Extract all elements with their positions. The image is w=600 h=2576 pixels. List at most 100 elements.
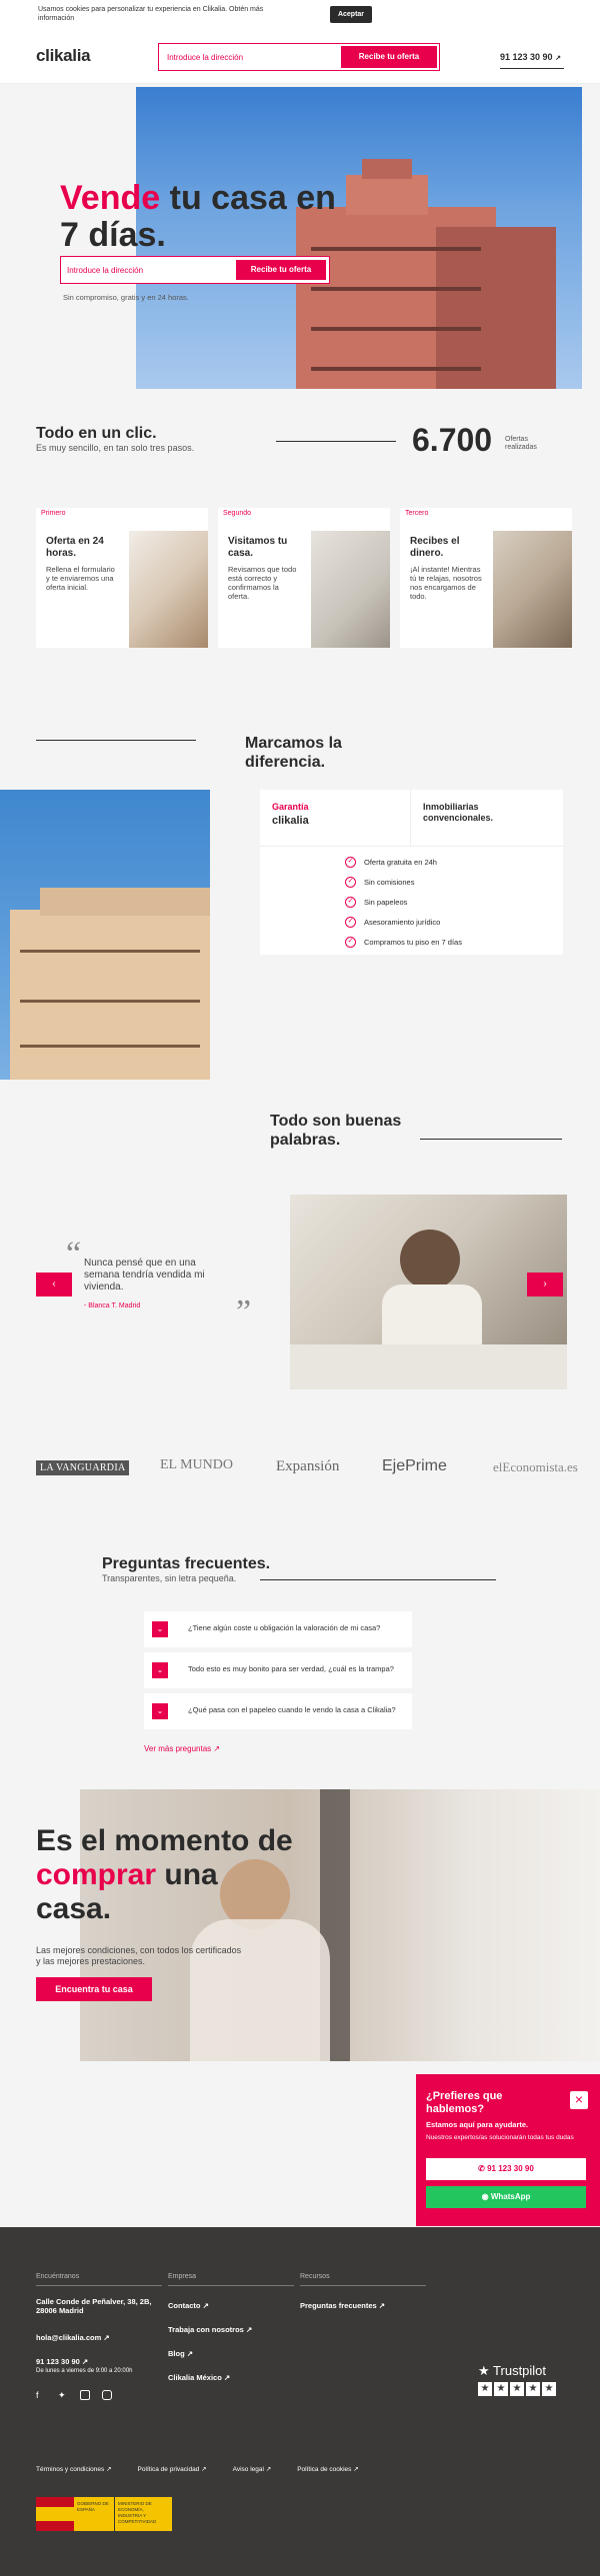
guarantee-title: Garantía [272, 802, 309, 812]
step-photo [129, 531, 208, 648]
check-icon: ✓ [345, 936, 356, 948]
press-logo: Expansión [276, 1458, 340, 1474]
social-links: f ✦ [36, 2390, 112, 2400]
whatsapp-icon: ◉ [481, 2192, 489, 2201]
carousel-prev-button[interactable]: ‹ [36, 1273, 72, 1296]
star-icon: ★ [478, 2382, 492, 2396]
guarantee-logo: clikalia [272, 815, 309, 827]
faq-more-link[interactable]: Ver más preguntas ↗ [144, 1744, 220, 1753]
cookie-accept-button[interactable]: Aceptar [330, 6, 372, 23]
footer-legal-link[interactable]: Términos y condiciones ↗ [36, 2465, 112, 2473]
footer-legal-link[interactable]: Política de cookies ↗ [297, 2465, 358, 2473]
site-header: clikalia Introduce la dirección Recibe t… [0, 32, 600, 84]
hero-search: Introduce la dirección Recibe tu oferta [60, 256, 330, 284]
footer-legal-link[interactable]: Política de privacidad ↗ [138, 2465, 207, 2473]
footer-link[interactable]: Clikalia México ↗ [168, 2373, 230, 2382]
check-icon: ✓ [345, 916, 356, 928]
cookie-bar: Usamos cookies para personalizar tu expe… [0, 0, 600, 32]
header-offer-button[interactable]: Recibe tu oferta [341, 46, 437, 68]
call-button[interactable]: ✆ 91 123 30 90 [426, 2158, 586, 2180]
government-logo: GOBIERNO DE ESPAÑA MINISTERIO DE ECONOMÍ… [36, 2497, 172, 2531]
instagram-icon[interactable] [102, 2390, 112, 2400]
hero-offer-button[interactable]: Recibe tu oferta [236, 260, 326, 280]
whatsapp-button[interactable]: ◉ WhatsApp [426, 2186, 586, 2208]
faq-item[interactable]: ⌄ ¿Tiene algún coste u obligación la val… [144, 1611, 412, 1647]
chevron-down-icon[interactable]: ⌄ [152, 1703, 168, 1719]
contact-widget: ¿Prefieres que hablemos? × Estamos aquí … [416, 2074, 600, 2226]
step-card-3: Tercero Recibes el dinero. ¡Al instante!… [400, 508, 572, 648]
step-description: ¡Al instante! Mientras tú te relajas, no… [410, 565, 482, 601]
star-icon: ★ [494, 2382, 508, 2396]
twitter-icon[interactable]: ✦ [58, 2390, 68, 2400]
star-icon: ★ [542, 2382, 556, 2396]
chevron-down-icon[interactable]: ⌄ [152, 1662, 168, 1678]
divider [276, 441, 396, 442]
trustpilot-logo[interactable]: ★ Trustpilot [478, 2363, 546, 2379]
step-label: Tercero [405, 510, 429, 517]
footer-link[interactable]: Preguntas frecuentes ↗ [300, 2301, 385, 2310]
benefit-row: ✓ Oferta gratuita en 24h [345, 852, 462, 872]
star-icon: ★ [478, 2363, 490, 2378]
star-icon: ★ [526, 2382, 540, 2396]
footer-email-link[interactable]: hola@clikalia.com ↗ [36, 2333, 110, 2342]
footer-link[interactable]: Contacto ↗ [168, 2301, 209, 2310]
step-card-2: Segundo Visitamos tu casa. Revisamos que… [218, 508, 390, 648]
find-home-button[interactable]: Encuentra tu casa [36, 1977, 152, 2001]
testimonial-author: - Blanca T. Madrid [84, 1302, 141, 1309]
linkedin-icon[interactable] [80, 2390, 90, 2400]
facebook-icon[interactable]: f [36, 2390, 46, 2400]
chevron-down-icon[interactable]: ⌄ [152, 1621, 168, 1637]
intro-subtitle: Es muy sencillo, en tan solo tres pasos. [36, 443, 195, 453]
faq-question: ¿Tiene algún coste u obligación la valor… [188, 1623, 381, 1632]
header-phone-link[interactable]: 91 123 30 90 ↗ [500, 52, 564, 69]
close-icon[interactable]: × [570, 2091, 588, 2109]
press-logo: EL MUNDO [160, 1457, 233, 1472]
offers-count: 6.700 [412, 422, 493, 458]
trustpilot-stars: ★ ★ ★ ★ ★ [478, 2382, 556, 2396]
footer-column-heading: Recursos [300, 2273, 330, 2280]
faq-item[interactable]: ⌄ Todo esto es muy bonito para ser verda… [144, 1652, 412, 1688]
press-logos: LA VANGUARDIA EL MUNDO Expansión EjePrim… [0, 1455, 600, 1479]
benefit-row: ✓ Sin comisiones [345, 872, 462, 892]
faq-question: ¿Qué pasa con el papeleo cuando le vendo… [188, 1705, 396, 1714]
logo[interactable]: clikalia [36, 46, 91, 66]
header-address-input[interactable]: Introduce la dirección [167, 53, 243, 62]
testimonials-title: Todo son buenas palabras. [270, 1113, 402, 1149]
comparison-table: Garantía clikalia Inmobiliarias convenci… [260, 790, 563, 955]
step-description: Revisamos que todo está correcto y confi… [228, 565, 297, 601]
step-label: Primero [41, 510, 66, 517]
footer-link[interactable]: Trabaja con nosotros ↗ [168, 2325, 252, 2334]
difference-building-image [0, 790, 210, 1080]
carousel-next-button[interactable]: › [527, 1273, 563, 1296]
hero-address-input[interactable]: Introduce la dirección [67, 266, 143, 275]
step-description: Rellena el formulario y te enviaremos un… [46, 565, 115, 592]
footer-phone-link[interactable]: 91 123 30 90 ↗ [36, 2357, 88, 2366]
footer-address: Calle Conde de Peñalver, 38, 2B, 28006 M… [36, 2297, 152, 2315]
header-search: Introduce la dirección Recibe tu oferta [158, 43, 440, 71]
step-title: Visitamos tu casa. [228, 536, 288, 559]
open-quote-icon: “ [66, 1236, 82, 1273]
faq-question: Todo esto es muy bonito para ser verdad,… [188, 1664, 394, 1673]
testimonial-photo [290, 1195, 567, 1389]
cta-description: Las mejores condiciones, con todos los c… [36, 1945, 242, 1966]
press-logo: elEconomista.es [493, 1459, 578, 1474]
contact-description: Nuestros expertos/as solucionarán todas … [426, 2134, 574, 2141]
hero-subtitle: Sin compromiso, gratis y en 24 horas. [63, 293, 189, 302]
benefit-row: ✓ Asesoramiento jurídico [345, 912, 462, 932]
cta-title: Es el momento de comprar una casa. [36, 1824, 293, 1925]
check-icon: ✓ [345, 876, 356, 888]
footer-hours: De lunes a viernes de 9:00 a 20:00h [36, 2368, 133, 2374]
legal-links: Términos y condiciones ↗ Política de pri… [36, 2465, 359, 2473]
step-title: Recibes el dinero. [410, 536, 460, 559]
faq-title: Preguntas frecuentes. [102, 1555, 271, 1572]
conventional-title: Inmobiliarias convencionales. [423, 802, 494, 823]
footer-legal-link[interactable]: Aviso legal ↗ [233, 2465, 272, 2473]
check-icon: ✓ [345, 856, 356, 868]
footer-link[interactable]: Blog ↗ [168, 2349, 193, 2358]
faq-item[interactable]: ⌄ ¿Qué pasa con el papeleo cuando le ven… [144, 1693, 412, 1729]
step-title: Oferta en 24 horas. [46, 536, 104, 559]
intro-heading: Todo en un clic. Es muy sencillo, en tan… [36, 425, 194, 453]
benefit-row: ✓ Sin papeleos [345, 892, 462, 912]
faq-subtitle: Transparentes, sin letra pequeña. [102, 1573, 237, 1583]
footer-column-heading: Encuéntranos [36, 2273, 80, 2280]
